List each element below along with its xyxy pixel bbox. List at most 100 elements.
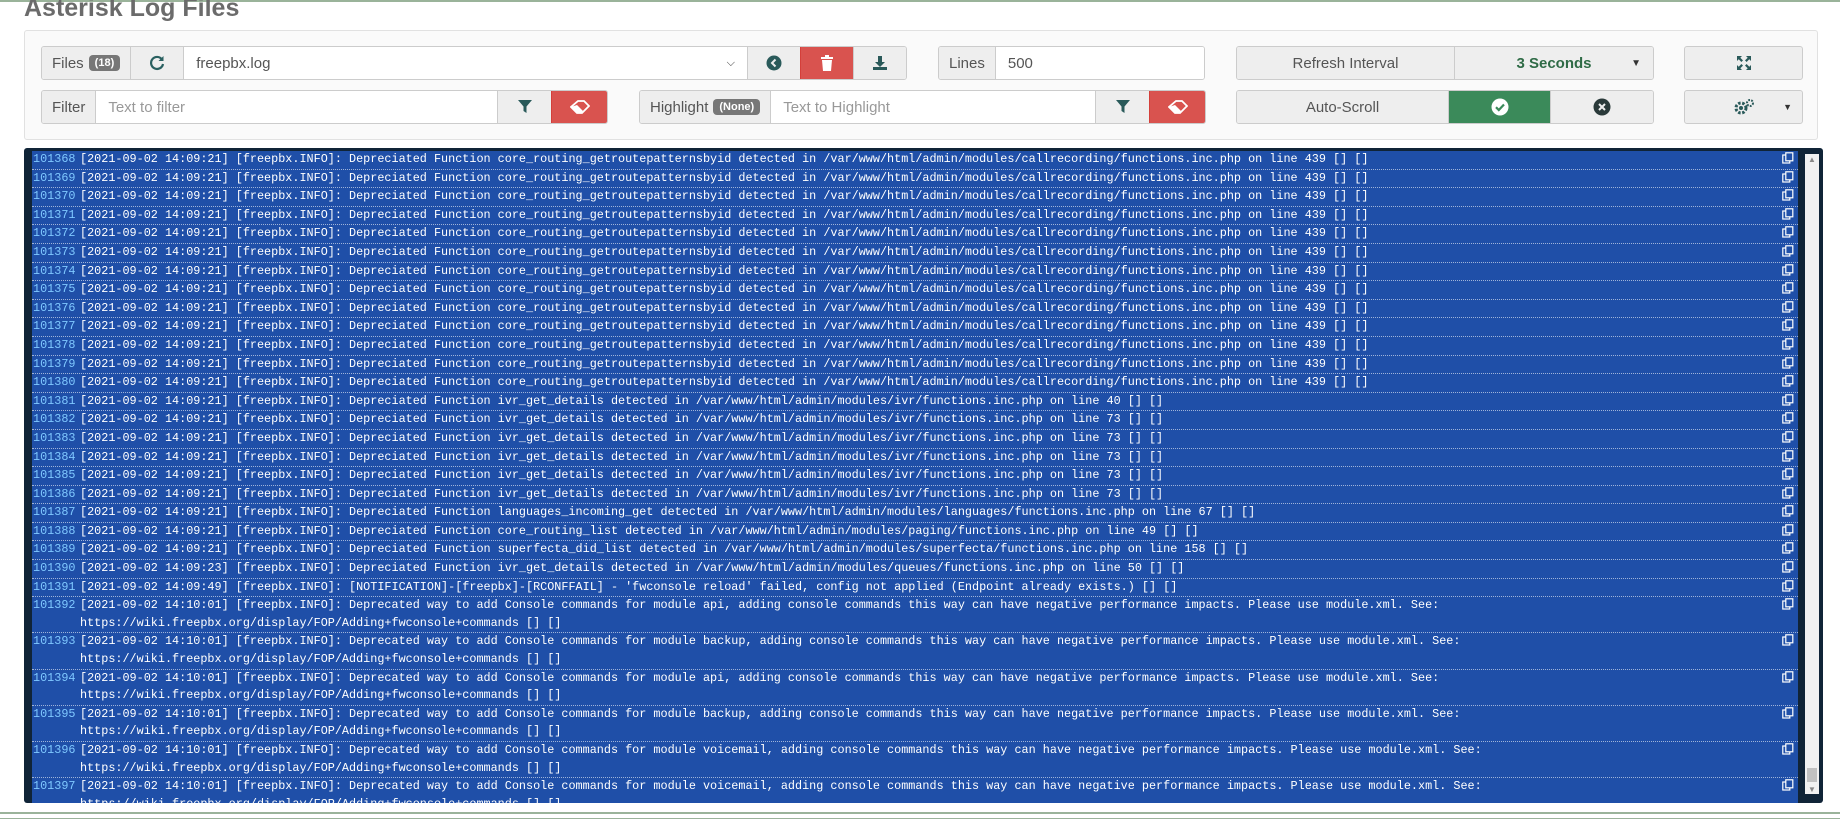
log-line-text: [2021-09-02 14:10:01] [freepbx.INFO]: De… [80,743,1482,775]
copy-icon[interactable] [1782,524,1794,536]
previous-button[interactable] [747,47,800,79]
log-row: 101368 [2021-09-02 14:09:21] [freepbx.INF… [32,151,1798,170]
log-line-number: 101389 [33,542,76,557]
log-line-text: [2021-09-02 14:09:21] [freepbx.INFO]: De… [80,263,1369,278]
copy-icon[interactable] [1782,207,1794,220]
settings-dropdown[interactable]: ▼ [1684,90,1803,124]
log-line-text: [2021-09-02 14:10:01] [freepbx.INFO]: De… [80,706,1461,739]
copy-icon[interactable] [1782,152,1794,164]
log-row: 101392 [2021-09-02 14:10:01] [freepbx.INF… [32,597,1798,634]
autoscroll-off-button[interactable] [1550,91,1653,123]
log-line-number: 101370 [33,189,76,204]
log-row: 101391 [2021-09-02 14:09:49] [freepbx.INF… [32,579,1798,598]
clear-filter-button[interactable] [551,91,607,123]
copy-icon[interactable] [1782,338,1794,350]
refresh-files-button[interactable] [131,47,185,79]
log-row: 101386 [2021-09-02 14:09:21] [freepbx.INF… [32,486,1798,505]
copy-icon[interactable] [1782,468,1794,480]
bottom-divider-thin [0,818,1840,819]
log-row: 101393 [2021-09-02 14:10:01] [freepbx.INF… [32,633,1798,670]
log-scrollbar[interactable]: ▲ ▼ [1805,154,1819,794]
highlight-input[interactable]: Text to Highlight [771,91,1095,123]
autoscroll-on-button[interactable] [1449,91,1550,123]
copy-icon[interactable] [1782,300,1794,313]
scroll-thumb[interactable] [1807,768,1817,782]
log-row: 101381 [2021-09-02 14:09:21] [freepbx.INF… [32,393,1798,412]
refresh-interval-value: 3 Seconds [1516,54,1592,72]
filter-input[interactable]: Text to filter [96,91,497,123]
copy-icon[interactable] [1782,542,1794,555]
caret-down-icon: ▼ [1783,102,1792,112]
files-label-addon: Files (18) [42,47,132,79]
delete-log-button[interactable] [800,47,853,79]
log-row: 101383 [2021-09-02 14:09:21] [freepbx.INF… [32,430,1798,449]
log-line-number: 101383 [33,430,76,445]
highlight-badge: (None) [713,99,761,115]
copy-icon[interactable] [1782,282,1794,294]
log-line-number: 101388 [33,523,76,538]
copy-icon[interactable] [1782,670,1794,683]
copy-icon[interactable] [1782,561,1794,573]
highlight-group: Highlight (None) Text to Highlight [639,90,1206,124]
copy-icon[interactable] [1782,779,1794,791]
copy-icon[interactable] [1782,263,1794,276]
log-row: 101395 [2021-09-02 14:10:01] [freepbx.INF… [32,706,1798,742]
apply-highlight-button[interactable] [1095,91,1149,123]
check-circle-icon [1491,98,1508,116]
log-row: 101379 [2021-09-02 14:09:21] [freepbx.INF… [32,356,1798,375]
copy-icon[interactable] [1782,393,1794,406]
copy-icon[interactable] [1782,505,1794,517]
apply-filter-button[interactable] [497,91,551,123]
log-line-text: [2021-09-02 14:09:21] [freepbx.INFO]: De… [80,449,1164,464]
close-circle-icon [1593,98,1611,116]
log-line-number: 101373 [33,244,76,259]
copy-icon[interactable] [1782,707,1794,719]
log-row: 101372 [2021-09-02 14:09:21] [freepbx.INF… [32,225,1798,244]
copy-icon[interactable] [1782,449,1794,462]
copy-icon[interactable] [1782,226,1794,238]
clear-highlight-button[interactable] [1149,91,1205,123]
log-line-number: 101378 [33,337,76,352]
log-row: 101378 [2021-09-02 14:09:21] [freepbx.INF… [32,337,1798,356]
copy-icon[interactable] [1782,431,1794,443]
log-rows: 101368 [2021-09-02 14:09:21] [freepbx.INF… [32,151,1798,803]
download-log-button[interactable] [853,47,906,79]
highlight-label: Highlight [650,98,709,116]
scroll-down-arrow-icon[interactable]: ▼ [1808,785,1816,794]
copy-icon[interactable] [1782,189,1794,201]
log-line-text: [2021-09-02 14:09:23] [freepbx.INFO]: De… [80,561,1185,576]
log-row: 101377 [2021-09-02 14:09:21] [freepbx.INF… [32,318,1798,337]
log-row: 101370 [2021-09-02 14:09:21] [freepbx.INF… [32,188,1798,207]
refresh-interval-dropdown[interactable]: 3 Seconds ▼ [1455,47,1653,79]
copy-icon[interactable] [1782,743,1794,755]
copy-icon[interactable] [1782,375,1794,387]
file-select[interactable]: freepbx.log ⌵ [184,47,747,79]
copy-icon[interactable] [1782,634,1794,647]
copy-icon[interactable] [1782,412,1794,424]
log-line-text: [2021-09-02 14:09:21] [freepbx.INFO]: De… [80,319,1369,334]
log-line-text: [2021-09-02 14:09:21] [freepbx.INFO]: De… [80,505,1256,520]
log-line-number: 101384 [33,449,76,464]
log-row: 101388 [2021-09-02 14:09:21] [freepbx.INF… [32,523,1798,542]
copy-icon[interactable] [1782,319,1794,331]
log-line-text: [2021-09-02 14:09:21] [freepbx.INFO]: De… [80,152,1369,166]
log-line-text: [2021-09-02 14:09:21] [freepbx.INFO]: De… [80,542,1249,557]
lines-input[interactable]: 500 [995,47,1204,79]
copy-icon[interactable] [1782,245,1794,257]
expand-icon [1736,56,1751,70]
scroll-up-arrow-icon[interactable]: ▲ [1808,155,1816,164]
copy-icon[interactable] [1782,579,1794,592]
fullscreen-button[interactable] [1684,46,1803,80]
copy-icon[interactable] [1782,598,1794,610]
autoscroll-group: Auto-Scroll [1236,90,1654,124]
log-row: 101390 [2021-09-02 14:09:23] [freepbx.INF… [32,560,1798,579]
copy-icon[interactable] [1782,170,1794,183]
log-line-text: [2021-09-02 14:09:21] [freepbx.INFO]: De… [80,282,1369,297]
log-line-number: 101382 [33,412,76,427]
log-line-number: 101393 [33,634,76,649]
copy-icon[interactable] [1782,486,1794,499]
files-count-badge: (18) [88,55,121,71]
log-viewer[interactable]: 101368 [2021-09-02 14:09:21] [freepbx.INF… [24,148,1823,803]
copy-icon[interactable] [1782,356,1794,369]
filter-label: Filter [42,91,97,123]
